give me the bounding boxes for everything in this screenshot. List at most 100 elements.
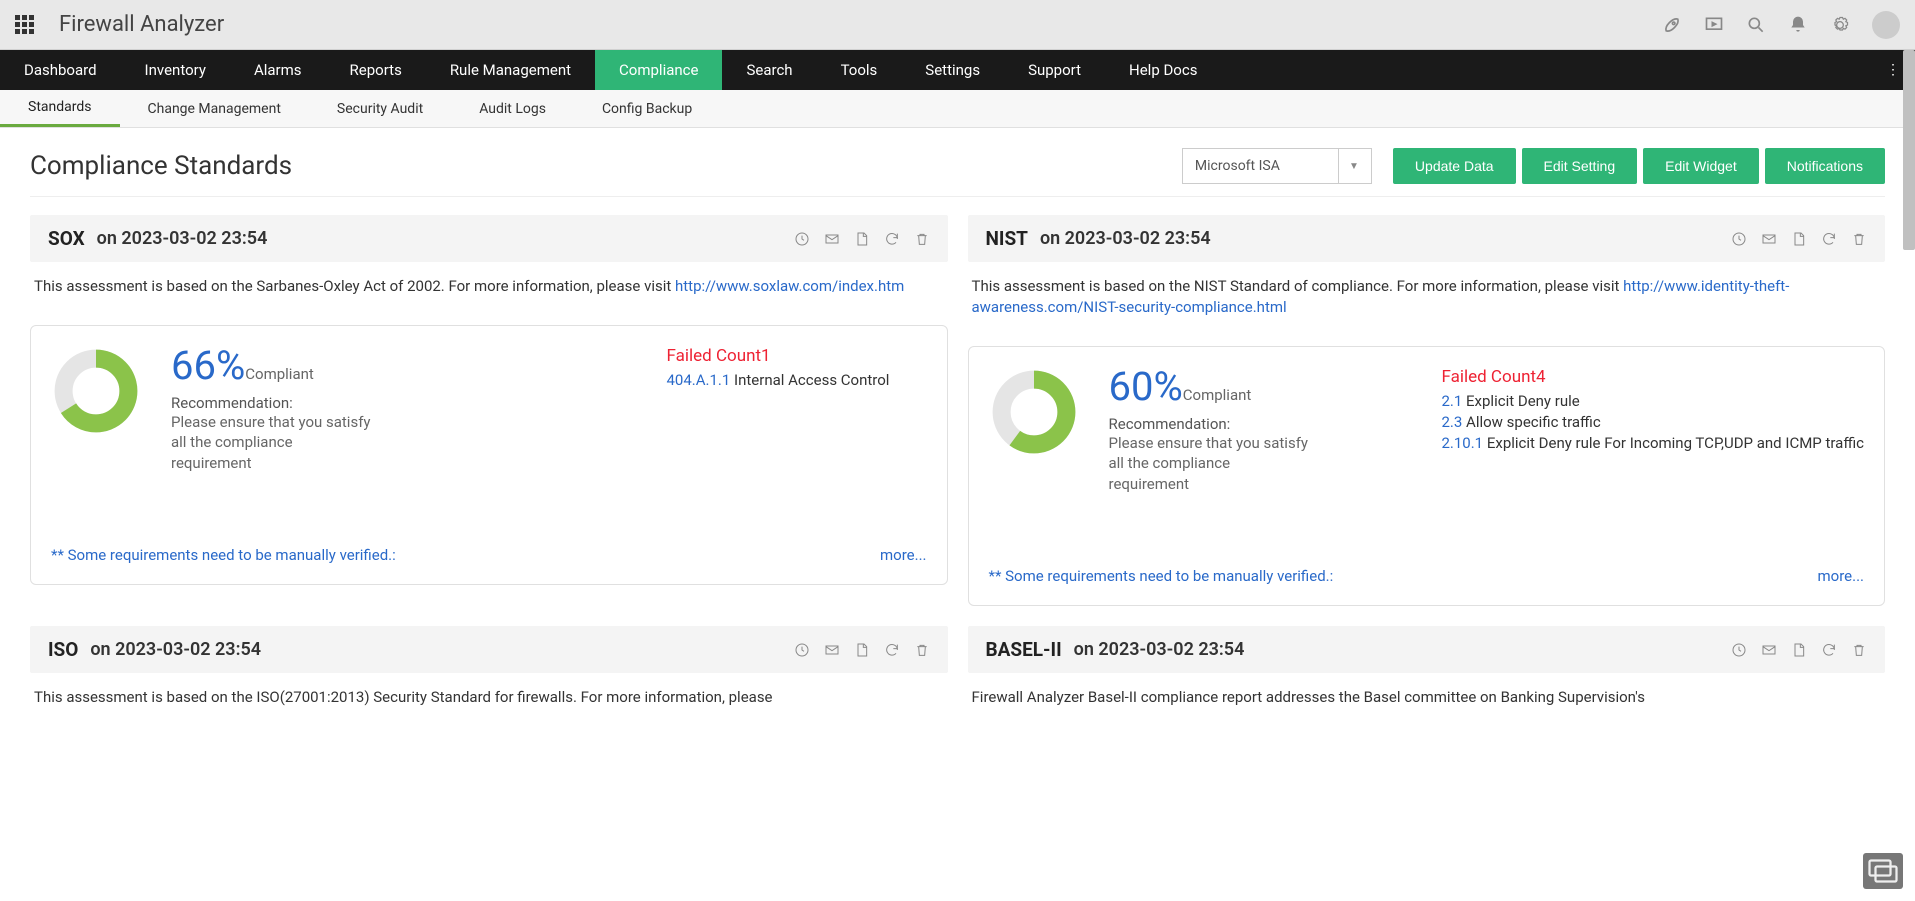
- clock-icon[interactable]: [794, 642, 810, 658]
- info-link[interactable]: http://www.identity-theft-awareness.com/…: [972, 277, 1790, 316]
- compliance-card-basel-ii: BASEL-II on 2023-03-02 23:54 Firewall An…: [968, 626, 1886, 722]
- clock-icon[interactable]: [794, 231, 810, 247]
- avatar[interactable]: [1872, 11, 1900, 39]
- apps-grid-icon[interactable]: [15, 15, 34, 34]
- mail-icon[interactable]: [824, 231, 840, 247]
- clock-icon[interactable]: [1731, 642, 1747, 658]
- update-data-button[interactable]: Update Data: [1393, 148, 1516, 184]
- gear-icon[interactable]: [1830, 15, 1850, 35]
- device-select[interactable]: Microsoft ISA ▼: [1182, 148, 1372, 184]
- failed-id-link[interactable]: 2.10.1: [1441, 434, 1483, 452]
- card-body: 60%Compliant Recommendation: Please ensu…: [968, 346, 1886, 606]
- verify-note: ** Some requirements need to be manually…: [51, 546, 396, 564]
- pdf-icon[interactable]: [1791, 642, 1807, 658]
- more-link[interactable]: more...: [880, 546, 926, 564]
- recommendation-title: Recommendation:: [1109, 415, 1309, 433]
- compliance-card-iso: ISO on 2023-03-02 23:54 This assessment …: [30, 626, 948, 722]
- mail-icon[interactable]: [824, 642, 840, 658]
- refresh-icon[interactable]: [1821, 642, 1837, 658]
- pdf-icon[interactable]: [1791, 231, 1807, 247]
- card-description: This assessment is based on the ISO(2700…: [30, 673, 948, 722]
- recommendation-text: Please ensure that you satisfy all the c…: [171, 412, 371, 473]
- nav-support[interactable]: Support: [1004, 50, 1105, 90]
- verify-note: ** Some requirements need to be manually…: [989, 567, 1334, 585]
- recommendation-title: Recommendation:: [171, 394, 371, 412]
- failed-item: 2.1 Explicit Deny rule: [1441, 391, 1864, 412]
- sub-nav: StandardsChange ManagementSecurity Audit…: [0, 90, 1915, 128]
- card-body: 66%Compliant Recommendation: Please ensu…: [30, 325, 948, 585]
- more-link[interactable]: more...: [1818, 567, 1864, 585]
- compliance-percent: 60%: [1109, 363, 1183, 410]
- card-title: SOX: [48, 227, 85, 250]
- nav-help-docs[interactable]: Help Docs: [1105, 50, 1221, 90]
- mail-icon[interactable]: [1761, 642, 1777, 658]
- nav-alarms[interactable]: Alarms: [230, 50, 326, 90]
- pdf-icon[interactable]: [854, 231, 870, 247]
- clock-icon[interactable]: [1731, 231, 1747, 247]
- trash-icon[interactable]: [914, 642, 930, 658]
- edit-widget-button[interactable]: Edit Widget: [1643, 148, 1759, 184]
- subnav-audit-logs[interactable]: Audit Logs: [451, 90, 574, 127]
- nav-settings[interactable]: Settings: [901, 50, 1004, 90]
- refresh-icon[interactable]: [884, 231, 900, 247]
- failed-id-link[interactable]: 2.1: [1441, 392, 1462, 410]
- pdf-icon[interactable]: [854, 642, 870, 658]
- failed-id-link[interactable]: 404.A.1.1: [667, 371, 731, 389]
- trash-icon[interactable]: [1851, 642, 1867, 658]
- failed-item: 404.A.1.1 Internal Access Control: [667, 370, 927, 391]
- refresh-icon[interactable]: [884, 642, 900, 658]
- mail-icon[interactable]: [1761, 231, 1777, 247]
- failed-id-link[interactable]: 2.3: [1441, 413, 1462, 431]
- refresh-icon[interactable]: [1821, 231, 1837, 247]
- trash-icon[interactable]: [1851, 231, 1867, 247]
- compliance-percent: 66%: [171, 342, 245, 389]
- failed-item: 2.10.1 Explicit Deny rule For Incoming T…: [1441, 433, 1864, 454]
- app-title: Firewall Analyzer: [59, 12, 224, 37]
- nav-dashboard[interactable]: Dashboard: [0, 50, 121, 90]
- card-date: on 2023-03-02 23:54: [1040, 228, 1211, 249]
- card-header: BASEL-II on 2023-03-02 23:54: [968, 626, 1886, 673]
- card-description: Firewall Analyzer Basel-II compliance re…: [968, 673, 1886, 722]
- card-date: on 2023-03-02 23:54: [90, 639, 261, 660]
- notifications-button[interactable]: Notifications: [1765, 148, 1885, 184]
- nav-compliance[interactable]: Compliance: [595, 50, 722, 90]
- recommendation-text: Please ensure that you satisfy all the c…: [1109, 433, 1309, 494]
- scrollbar[interactable]: [1903, 50, 1915, 250]
- compliant-label: Compliant: [1183, 386, 1252, 404]
- device-selected-value: Microsoft ISA: [1195, 158, 1280, 174]
- card-date: on 2023-03-02 23:54: [1074, 639, 1245, 660]
- compliance-donut-chart: [989, 367, 1079, 494]
- card-title: ISO: [48, 638, 78, 661]
- compliance-card-sox: SOX on 2023-03-02 23:54 This assessment …: [30, 215, 948, 606]
- bell-icon[interactable]: [1788, 15, 1808, 35]
- nav-reports[interactable]: Reports: [326, 50, 426, 90]
- chevron-down-icon: ▼: [1338, 149, 1359, 183]
- nav-tools[interactable]: Tools: [817, 50, 902, 90]
- card-header: ISO on 2023-03-02 23:54: [30, 626, 948, 673]
- failed-item: 2.3 Allow specific traffic: [1441, 412, 1864, 433]
- trash-icon[interactable]: [914, 231, 930, 247]
- edit-setting-button[interactable]: Edit Setting: [1522, 148, 1638, 184]
- info-link[interactable]: http://www.soxlaw.com/index.htm: [675, 277, 904, 295]
- main-nav: DashboardInventoryAlarmsReportsRule Mana…: [0, 50, 1915, 90]
- failed-count-title: Failed Count4: [1441, 367, 1864, 387]
- subnav-standards[interactable]: Standards: [0, 90, 120, 127]
- card-description: This assessment is based on the NIST Sta…: [968, 262, 1886, 332]
- subnav-config-backup[interactable]: Config Backup: [574, 90, 720, 127]
- rocket-icon[interactable]: [1662, 15, 1682, 35]
- card-title: BASEL-II: [986, 638, 1062, 661]
- subnav-change-management[interactable]: Change Management: [120, 90, 309, 127]
- search-icon[interactable]: [1746, 15, 1766, 35]
- card-header: SOX on 2023-03-02 23:54: [30, 215, 948, 262]
- nav-rule-management[interactable]: Rule Management: [426, 50, 595, 90]
- page-title: Compliance Standards: [30, 151, 1182, 181]
- card-header: NIST on 2023-03-02 23:54: [968, 215, 1886, 262]
- chat-fab-icon[interactable]: [1863, 853, 1903, 889]
- subnav-security-audit[interactable]: Security Audit: [309, 90, 451, 127]
- compliance-donut-chart: [51, 346, 141, 473]
- nav-search[interactable]: Search: [722, 50, 816, 90]
- presentation-icon[interactable]: [1704, 15, 1724, 35]
- nav-inventory[interactable]: Inventory: [121, 50, 230, 90]
- card-description: This assessment is based on the Sarbanes…: [30, 262, 948, 311]
- card-title: NIST: [986, 227, 1028, 250]
